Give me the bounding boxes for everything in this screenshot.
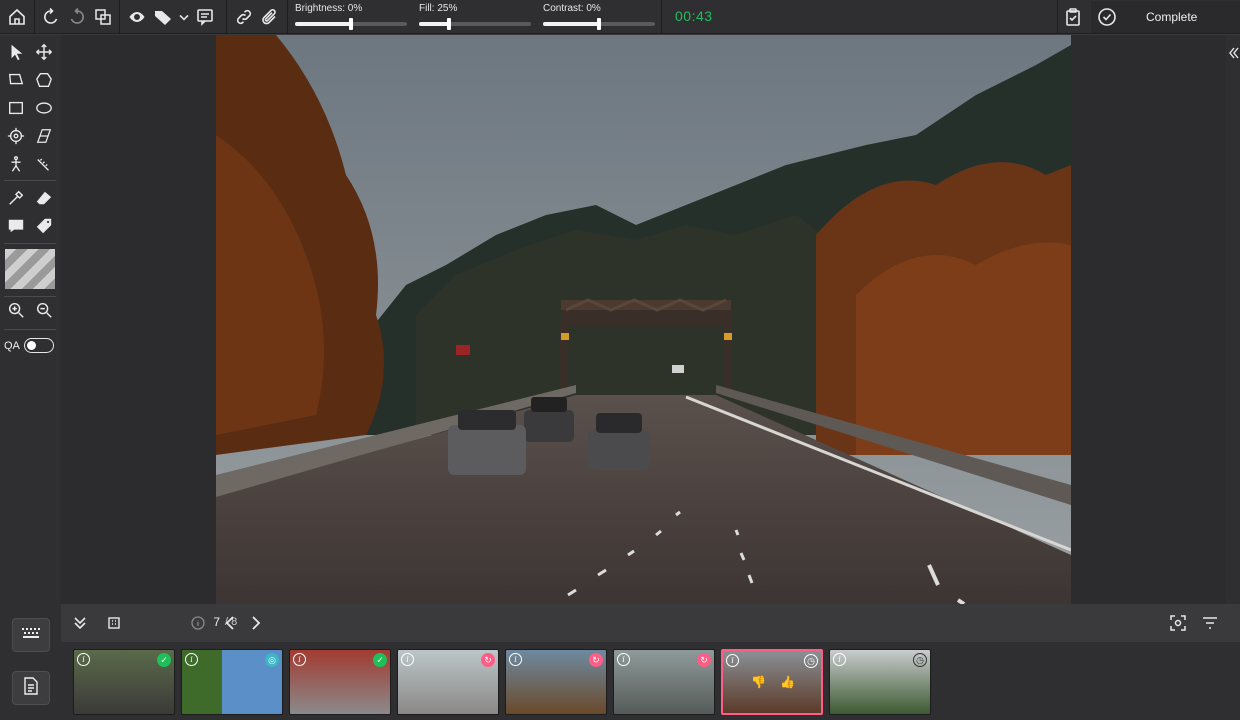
select-pointer-icon[interactable] [4, 40, 28, 64]
thumbs-down-icon[interactable]: 👎 [751, 675, 766, 689]
complete-button[interactable]: Complete [1091, 1, 1240, 33]
info-icon[interactable]: i [77, 653, 90, 666]
comment-icon[interactable] [192, 4, 218, 30]
brightness-label: Brightness: 0% [295, 3, 363, 14]
cuboid-icon[interactable] [32, 124, 56, 148]
link-icon[interactable] [231, 4, 257, 30]
fill-label: Fill: 25% [419, 3, 458, 14]
polyline-icon[interactable] [4, 68, 28, 92]
annotation-canvas[interactable] [61, 35, 1226, 604]
image-to-annotate[interactable] [216, 35, 1071, 604]
info-icon[interactable]: i [185, 653, 198, 666]
clock-icon: ◷ [913, 653, 927, 667]
collapse-filmstrip-icon[interactable] [67, 610, 93, 636]
thumbs-up-icon[interactable]: 👍 [780, 675, 795, 689]
contrast-slider[interactable]: Contrast: 0% [543, 3, 655, 31]
info-icon[interactable]: i [509, 653, 522, 666]
thumbnail-2[interactable]: i ◎ [181, 649, 283, 715]
focus-screenshot-icon[interactable] [1165, 610, 1191, 636]
info-icon[interactable]: i [293, 653, 306, 666]
check-circle-icon [1094, 4, 1120, 30]
redo-icon: ↻ [589, 653, 603, 667]
thumbnail-3[interactable]: i ✓ [289, 649, 391, 715]
thumbnail-4[interactable]: i ↻ [397, 649, 499, 715]
complete-label: Complete [1146, 10, 1198, 24]
undo-icon[interactable] [38, 4, 64, 30]
brightness-fill [295, 22, 351, 26]
thumbnail-5[interactable]: i ↻ [505, 649, 607, 715]
contrast-label: Contrast: 0% [543, 3, 601, 14]
eye-icon[interactable] [124, 4, 150, 30]
check-icon: ✓ [373, 653, 387, 667]
redo-icon: ↻ [481, 653, 495, 667]
info-icon[interactable]: i [401, 653, 414, 666]
brightness-handle[interactable] [349, 18, 353, 30]
clock-icon: ◷ [804, 654, 818, 668]
eyedropper-icon[interactable] [4, 186, 28, 210]
qa-toggle[interactable] [23, 338, 54, 353]
top-toolbar: Brightness: 0% Fill: 25% Contrast: 0% 00… [0, 0, 1240, 34]
copy-layers-icon[interactable] [90, 4, 116, 30]
info-icon[interactable] [185, 610, 211, 636]
document-list-icon [23, 676, 39, 700]
skeleton-icon[interactable] [4, 152, 28, 176]
home-icon[interactable] [4, 4, 30, 30]
tools-sidebar: QA [0, 35, 61, 720]
eraser-icon[interactable] [32, 186, 56, 210]
previous-image-icon[interactable] [218, 610, 244, 636]
info-icon[interactable]: i [617, 653, 630, 666]
tag-icon[interactable] [150, 4, 176, 30]
qa-label: QA [4, 339, 20, 352]
redo-icon[interactable] [64, 4, 90, 30]
filter-icon[interactable] [1197, 610, 1223, 636]
instructions-button[interactable] [12, 671, 50, 705]
comment-tool-icon[interactable] [4, 214, 28, 238]
chevron-down-icon[interactable] [176, 4, 192, 30]
zoom-out-icon[interactable] [32, 298, 56, 322]
keyboard-icon [21, 626, 41, 645]
clipboard-check-icon[interactable] [1060, 4, 1086, 30]
qa-toggle-row: QA [4, 338, 54, 353]
ruler-icon[interactable] [32, 152, 56, 176]
review-icon: ◎ [265, 653, 279, 667]
keyboard-shortcuts-button[interactable] [12, 618, 50, 652]
brightness-slider[interactable]: Brightness: 0% [295, 3, 407, 31]
rectangle-icon[interactable] [4, 96, 28, 120]
tag-tool-icon[interactable] [32, 214, 56, 238]
pattern-swatch[interactable] [5, 249, 55, 289]
contrast-fill [543, 22, 599, 26]
thumbnail-1[interactable]: i ✓ [73, 649, 175, 715]
image-navigation-bar: 7 / 8 [61, 604, 1240, 642]
info-icon[interactable]: i [726, 654, 739, 667]
thumbnail-7-selected[interactable]: i ◷ 👎 👍 [721, 649, 823, 715]
contrast-track[interactable] [543, 18, 655, 30]
move-icon[interactable] [32, 40, 56, 64]
next-image-icon[interactable] [242, 610, 268, 636]
thumbnail-6[interactable]: i ↻ [613, 649, 715, 715]
ellipse-icon[interactable] [32, 96, 56, 120]
session-timer: 00:43 [675, 8, 713, 24]
expand-panel-icon[interactable] [1220, 40, 1240, 66]
info-icon[interactable]: i [833, 653, 846, 666]
polygon-icon[interactable] [32, 68, 56, 92]
zoom-in-icon[interactable] [4, 298, 28, 322]
point-target-icon[interactable] [4, 124, 28, 148]
paperclip-icon[interactable] [257, 4, 283, 30]
grid-view-icon[interactable] [101, 610, 127, 636]
contrast-handle[interactable] [597, 18, 601, 30]
fill-handle[interactable] [447, 18, 451, 30]
thumbnail-8[interactable]: i ◷ [829, 649, 931, 715]
brightness-track[interactable] [295, 18, 407, 30]
fill-fill [419, 22, 449, 26]
check-icon: ✓ [157, 653, 171, 667]
fill-slider[interactable]: Fill: 25% [419, 3, 531, 31]
fill-track[interactable] [419, 18, 531, 30]
redo-icon: ↻ [697, 653, 711, 667]
